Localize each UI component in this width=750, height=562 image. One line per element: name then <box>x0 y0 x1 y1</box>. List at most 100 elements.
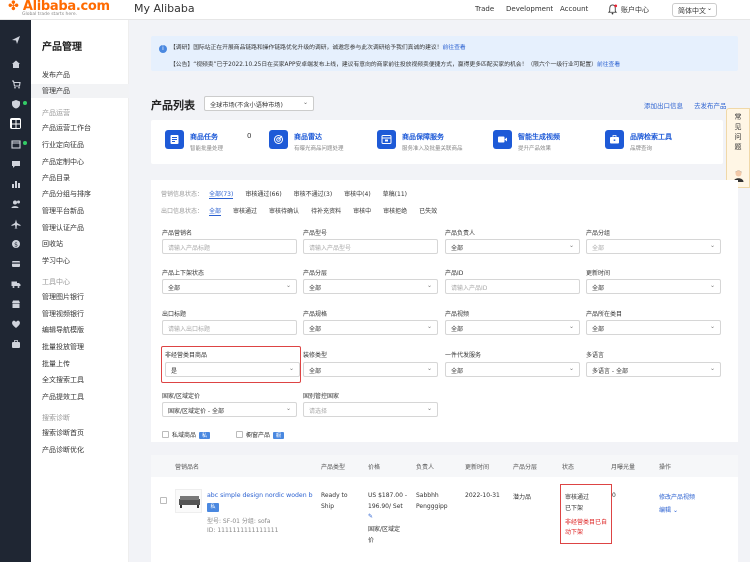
edit-price-icon[interactable]: ✎ <box>368 513 373 520</box>
filter-name-input[interactable]: 请输入产品标题 <box>162 239 297 254</box>
filter-tier-select[interactable]: 全部 ⌄ <box>303 279 438 294</box>
filter-spec-select[interactable]: 全部 ⌄ <box>303 320 438 335</box>
product-name-link[interactable]: abc simple design nordic woden bri <box>207 492 313 499</box>
faq-tab[interactable]: 常见问题 <box>726 108 750 188</box>
sidebar-item-recycle[interactable]: 回收站 <box>42 239 63 249</box>
export-tab-approved[interactable]: 审核通过 <box>233 208 257 215</box>
private-tag: 私 <box>199 432 211 439</box>
status-dot <box>23 141 27 145</box>
sidebar-item-diag-home[interactable]: 搜索诊断首页 <box>42 428 84 438</box>
alibaba-logo[interactable]: ✤ Alibaba.com Global trade starts here. <box>8 0 120 20</box>
sidebar-item-nav-template[interactable]: 编辑导航模版 <box>42 325 84 335</box>
sidebar-item-targeted[interactable]: 行业定向征品 <box>42 140 84 150</box>
filter-video-select[interactable]: 全部 ⌄ <box>445 320 580 335</box>
video-icon <box>493 130 512 149</box>
sidebar-item-ops-workbench[interactable]: 产品运营工作台 <box>42 123 91 133</box>
sidebar-item-efficiency[interactable]: 产品提效工具 <box>42 392 84 402</box>
tool-name: 智能生成视频 <box>518 133 560 141</box>
filter-dropship-select[interactable]: 全部 ⌄ <box>445 362 580 377</box>
filter-id-input[interactable]: 请输入产品ID <box>445 279 580 294</box>
money-icon[interactable]: $ <box>10 238 21 249</box>
filter-model-input[interactable]: 请输入产品型号 <box>303 239 438 254</box>
tool-name: 商品保障服务 <box>402 133 444 141</box>
sidebar-item-batch-delivery[interactable]: 批量投放管理 <box>42 342 84 352</box>
th-actions: 操作 <box>659 464 672 471</box>
filter-category-select[interactable]: 全部 ⌄ <box>586 320 721 335</box>
nav-account[interactable]: Account <box>560 5 588 13</box>
nav-development[interactable]: Development <box>506 5 553 13</box>
export-tab-reviewing[interactable]: 审核中 <box>353 208 371 215</box>
filter-label-export-title: 出口标题 <box>162 311 187 318</box>
message-icon[interactable] <box>10 158 21 169</box>
sidebar-item-learning[interactable]: 学习中心 <box>42 256 70 266</box>
status-approved: 审核通过 <box>565 494 590 501</box>
filter-region-price-select[interactable]: 国家/区域定价 - 全部 ⌄ <box>162 402 297 417</box>
product-owner-2: Pengggipp <box>416 503 448 510</box>
sidebar-item-grouping[interactable]: 产品分组与排序 <box>42 189 91 199</box>
edit-video-link[interactable]: 修改产品视频 <box>659 492 695 501</box>
status-tab-rejected[interactable]: 审核不通过(3) <box>294 191 333 198</box>
truck-icon[interactable] <box>10 278 21 289</box>
export-tab-refused[interactable]: 审核拒绝 <box>383 208 407 215</box>
status-tab-all[interactable]: 全部(73) <box>209 191 234 199</box>
market-select[interactable]: 全球市场(不含小语种市场) ⌄ <box>204 96 314 111</box>
filter-shelf-select[interactable]: 全部 ⌄ <box>162 279 297 294</box>
filter-group-select[interactable]: 全部 ⌄ <box>586 239 721 254</box>
filter-decor-select[interactable]: 全部 ⌄ <box>303 362 438 377</box>
checkbox-box <box>162 431 169 438</box>
status-tab-draft[interactable]: 草稿(11) <box>383 191 407 198</box>
sidebar-item-image-bank[interactable]: 管理图片银行 <box>42 292 84 302</box>
filter-owner-select[interactable]: 全部 ⌄ <box>445 239 580 254</box>
heart-icon[interactable] <box>10 318 21 329</box>
briefcase-icon[interactable] <box>10 338 21 349</box>
checkbox-private[interactable]: 私域商品私 <box>162 430 211 439</box>
products-grid-icon[interactable] <box>10 118 21 129</box>
filter-export-title-input[interactable]: 请输入出口标题 <box>162 320 297 335</box>
users-icon[interactable] <box>10 198 21 209</box>
credit-card-icon[interactable] <box>10 258 21 269</box>
edit-link[interactable]: 编辑 ⌄ <box>659 505 678 514</box>
row-checkbox[interactable] <box>160 497 167 504</box>
filter-language-select[interactable]: 多语言 - 全部 ⌄ <box>586 362 721 377</box>
notice-link-survey[interactable]: 前往查看 <box>442 45 465 51</box>
home-icon[interactable] <box>10 58 21 69</box>
sidebar-item-custom[interactable]: 产品定制中心 <box>42 157 84 167</box>
sidebar-item-certified[interactable]: 管理认证产品 <box>42 223 84 233</box>
filter-control-country-select[interactable]: 请选择 ⌄ <box>303 402 438 417</box>
filter-label-video: 产品视频 <box>445 311 470 318</box>
status-tab-reviewing[interactable]: 审核中(4) <box>344 191 371 198</box>
sidebar-item-new[interactable]: 管理平台新品 <box>42 206 84 216</box>
select-value: 国家/区域定价 - 全部 <box>168 408 225 415</box>
status-tab-approved[interactable]: 审核通过(66) <box>245 191 281 198</box>
filter-updated-select[interactable]: 全部 ⌄ <box>586 279 721 294</box>
add-export-info-link[interactable]: 添加出口信息 <box>644 100 683 110</box>
notice-link-announce[interactable]: 前往查看 <box>597 62 620 68</box>
sidebar-item-batch-upload[interactable]: 批量上传 <box>42 359 70 369</box>
sidebar-item-video-bank[interactable]: 管理视频银行 <box>42 309 84 319</box>
checkbox-label: 私域商品 <box>172 432 197 439</box>
sidebar-item-fulltext[interactable]: 全文搜索工具 <box>42 375 84 385</box>
send-icon[interactable] <box>10 34 21 45</box>
sidebar-item-publish[interactable]: 发布产品 <box>42 70 70 80</box>
nav-trade[interactable]: Trade <box>475 5 494 13</box>
shield-icon[interactable] <box>10 98 21 109</box>
chart-icon[interactable] <box>10 178 21 189</box>
export-tab-expired[interactable]: 已失效 <box>419 208 437 215</box>
calendar-icon[interactable] <box>10 138 21 149</box>
checkbox-showcase[interactable]: 橱窗产品橱 <box>236 430 285 439</box>
flight-icon[interactable] <box>10 218 21 229</box>
sidebar-item-catalog[interactable]: 产品目录 <box>42 173 70 183</box>
export-tab-pending[interactable]: 审核待确认 <box>269 208 299 215</box>
product-thumbnail[interactable] <box>175 489 202 513</box>
export-tab-supplement[interactable]: 待补充资料 <box>311 208 341 215</box>
sidebar-item-diag-optimize[interactable]: 产品诊断优化 <box>42 445 84 455</box>
language-select[interactable]: 简体中文 ⌄ <box>672 3 717 17</box>
publish-product-link[interactable]: 去发布产品 <box>694 100 727 110</box>
select-value: 全部 <box>309 326 322 333</box>
cart-icon[interactable] <box>10 78 21 89</box>
sidebar-item-manage[interactable]: 管理产品 <box>31 84 129 98</box>
store-icon[interactable] <box>10 298 21 309</box>
th-status: 状态 <box>562 464 575 471</box>
export-tab-all[interactable]: 全部 <box>209 208 222 216</box>
main-content: i 【调研】国际站正在开展商品链路和操作链路优化升级的调研，诚邀您参与此次调研给予… <box>129 20 750 562</box>
